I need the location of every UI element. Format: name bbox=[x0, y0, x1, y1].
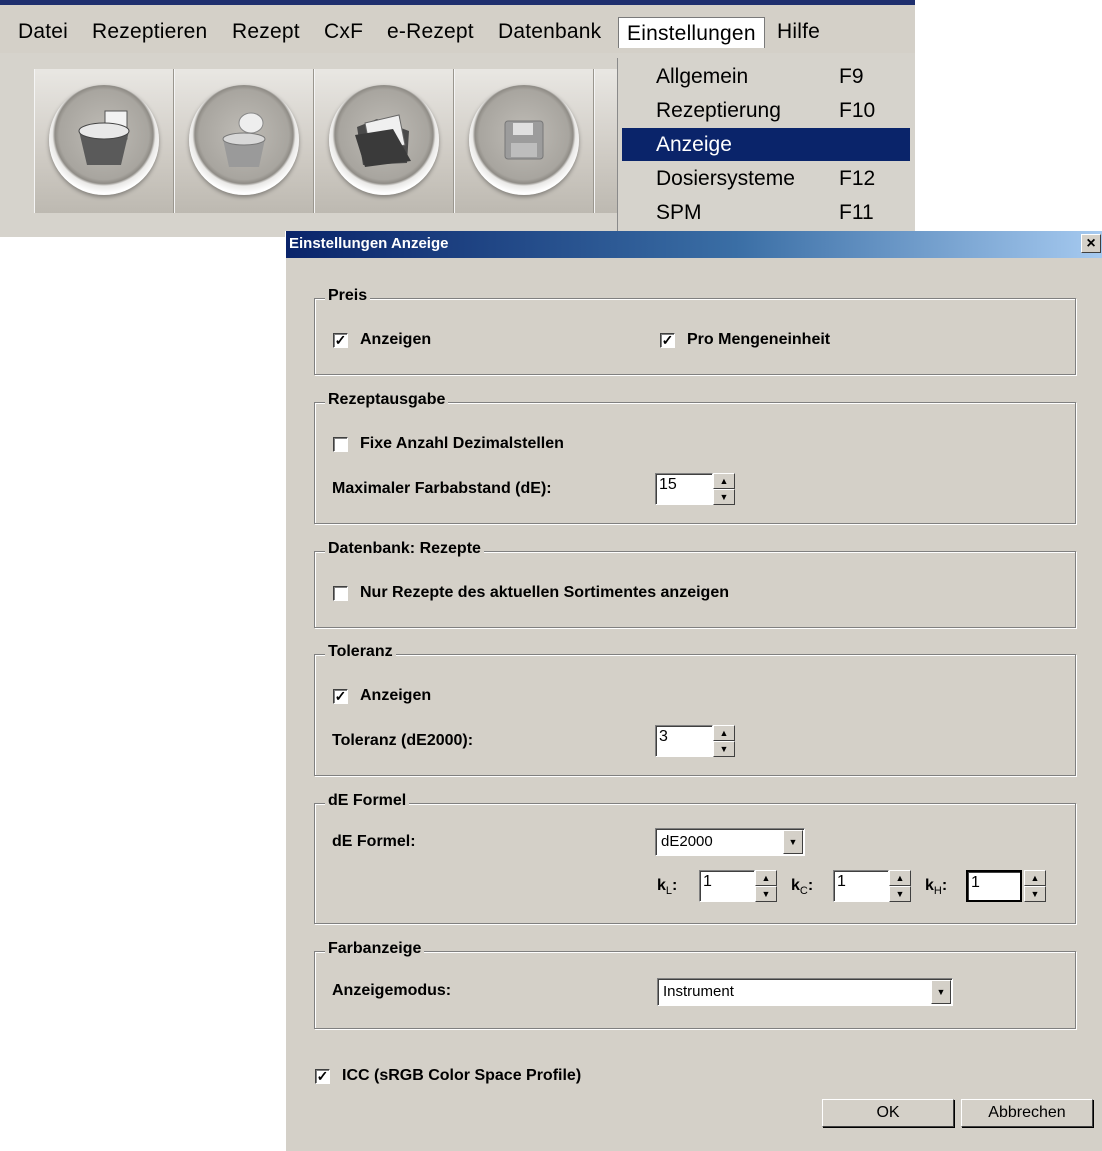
select-value: dE2000 bbox=[661, 833, 713, 850]
spin-up-icon[interactable]: ▲ bbox=[755, 870, 777, 886]
de-formel-label: dE Formel: bbox=[332, 833, 416, 850]
menu-item-label: Dosiersysteme bbox=[656, 167, 795, 190]
kh-input[interactable]: 1 bbox=[966, 870, 1022, 902]
spin-down-icon[interactable]: ▼ bbox=[1024, 886, 1046, 902]
group-title: Toleranz bbox=[325, 643, 396, 661]
menu-rezeptieren[interactable]: Rezeptieren bbox=[92, 20, 207, 44]
checkbox-label: Fixe Anzahl Dezimalstellen bbox=[360, 435, 564, 452]
spin-up-icon[interactable]: ▲ bbox=[1024, 870, 1046, 886]
spin-up-icon[interactable]: ▲ bbox=[889, 870, 911, 886]
menu-einstellungen[interactable]: Einstellungen bbox=[618, 17, 765, 48]
mix-recipe-button[interactable] bbox=[174, 69, 314, 213]
spin-down-icon[interactable]: ▼ bbox=[889, 886, 911, 902]
open-folder-button[interactable] bbox=[314, 69, 454, 213]
app-window: Datei Rezeptieren Rezept CxF e-Rezept Da… bbox=[0, 0, 915, 238]
spin-up-icon[interactable]: ▲ bbox=[713, 725, 735, 741]
save-button[interactable] bbox=[454, 69, 594, 213]
preis-group: Preis ✓ Anzeigen ✓ Pro Mengeneinheit bbox=[314, 287, 1076, 375]
einstellungen-menu: Allgemein F9 Rezeptierung F10 Anzeige Do… bbox=[617, 58, 914, 238]
group-title: Farbanzeige bbox=[325, 940, 425, 958]
spin-up-icon[interactable]: ▲ bbox=[713, 473, 735, 489]
menu-item-allgemein[interactable]: Allgemein F9 bbox=[622, 60, 910, 93]
shortcut-label: F12 bbox=[839, 167, 876, 190]
farbanzeige-group: Farbanzeige Anzeigemodus: Instrument ▼ bbox=[314, 940, 1076, 1029]
spin-down-icon[interactable]: ▼ bbox=[713, 741, 735, 757]
dialog-titlebar[interactable]: Einstellungen Anzeige × bbox=[286, 231, 1102, 258]
de-formel-group: dE Formel dE Formel: dE2000 ▼ kL: 1 ▲ ▼ … bbox=[314, 792, 1076, 924]
rezeptausgabe-group: Rezeptausgabe Fixe Anzahl Dezimalstellen… bbox=[314, 391, 1076, 524]
spin-down-icon[interactable]: ▼ bbox=[713, 489, 735, 505]
max-farbabstand-stepper[interactable]: ▲ ▼ bbox=[713, 473, 735, 505]
menu-item-rezeptierung[interactable]: Rezeptierung F10 bbox=[622, 94, 910, 127]
anzeigemodus-select[interactable]: Instrument ▼ bbox=[657, 978, 953, 1006]
datenbank-group: Datenbank: Rezepte Nur Rezepte des aktue… bbox=[314, 540, 1076, 628]
max-farbabstand-input[interactable]: 15 bbox=[655, 473, 713, 505]
menu-item-anzeige[interactable]: Anzeige bbox=[622, 128, 910, 161]
shortcut-label: F10 bbox=[839, 99, 876, 122]
kl-input[interactable]: 1 bbox=[699, 870, 755, 902]
menu-item-label: SPM bbox=[656, 201, 702, 224]
shortcut-label: F9 bbox=[839, 65, 864, 88]
menu-datei[interactable]: Datei bbox=[18, 20, 68, 44]
anzeigemodus-label: Anzeigemodus: bbox=[332, 982, 452, 999]
kl-stepper[interactable]: ▲ ▼ bbox=[755, 870, 777, 902]
settings-dialog: Einstellungen Anzeige × Preis ✓ Anzeigen… bbox=[285, 231, 1102, 1151]
nur-rezepte-checkbox[interactable] bbox=[333, 586, 348, 601]
icc-label: ICC (sRGB Color Space Profile) bbox=[342, 1067, 582, 1084]
menu-item-dosiersysteme[interactable]: Dosiersysteme F12 bbox=[622, 162, 910, 195]
menu-rezept[interactable]: Rezept bbox=[232, 20, 300, 44]
menu-item-spm[interactable]: SPM F11 bbox=[622, 196, 910, 229]
select-value: Instrument bbox=[663, 983, 734, 1000]
cancel-button[interactable]: Abbrechen bbox=[961, 1099, 1093, 1127]
kc-label: kC: bbox=[791, 877, 814, 898]
icc-checkbox[interactable]: ✓ bbox=[315, 1069, 330, 1084]
checkbox-label: Anzeigen bbox=[360, 331, 432, 348]
toleranz-input[interactable]: 3 bbox=[655, 725, 713, 757]
floppy-icon bbox=[504, 120, 544, 160]
de-formel-select[interactable]: dE2000 ▼ bbox=[655, 828, 805, 856]
spin-down-icon[interactable]: ▼ bbox=[755, 886, 777, 902]
group-title: Rezeptausgabe bbox=[325, 391, 449, 409]
close-button[interactable]: × bbox=[1081, 234, 1101, 253]
kh-stepper[interactable]: ▲ ▼ bbox=[1024, 870, 1046, 902]
new-recipe-button[interactable] bbox=[34, 69, 174, 213]
checkbox-label: Nur Rezepte des aktuellen Sortimentes an… bbox=[360, 584, 729, 601]
menu-bar: Datei Rezeptieren Rezept CxF e-Rezept Da… bbox=[0, 11, 915, 51]
dialog-title: Einstellungen Anzeige bbox=[289, 235, 449, 252]
chevron-down-icon[interactable]: ▼ bbox=[783, 830, 803, 854]
menu-e-rezept[interactable]: e-Rezept bbox=[387, 20, 474, 44]
max-farbabstand-label: Maximaler Farbabstand (dE): bbox=[332, 480, 552, 497]
menu-item-label: Rezeptierung bbox=[656, 99, 781, 122]
ok-button[interactable]: OK bbox=[822, 1099, 954, 1127]
toleranz-label: Toleranz (dE2000): bbox=[332, 732, 474, 749]
pro-mengeneinheit-checkbox[interactable]: ✓ bbox=[660, 333, 675, 348]
fixe-anzahl-checkbox[interactable] bbox=[333, 437, 348, 452]
toleranz-stepper[interactable]: ▲ ▼ bbox=[713, 725, 735, 757]
preis-anzeigen-checkbox[interactable]: ✓ bbox=[333, 333, 348, 348]
menu-item-label: Anzeige bbox=[656, 133, 732, 156]
paint-can-icon bbox=[222, 112, 266, 167]
shortcut-label: F11 bbox=[839, 201, 874, 224]
folder-glyph-icon bbox=[355, 114, 411, 167]
cup-icon bbox=[78, 110, 130, 165]
menu-hilfe[interactable]: Hilfe bbox=[777, 20, 820, 44]
kl-label: kL: bbox=[657, 877, 678, 898]
menu-cxf[interactable]: CxF bbox=[324, 20, 363, 44]
menu-datenbank[interactable]: Datenbank bbox=[498, 20, 601, 44]
group-title: Preis bbox=[325, 287, 371, 305]
kh-label: kH: bbox=[925, 877, 948, 898]
checkbox-label: Anzeigen bbox=[360, 687, 432, 704]
group-title: Datenbank: Rezepte bbox=[325, 540, 484, 558]
group-title: dE Formel bbox=[325, 792, 410, 810]
chevron-down-icon[interactable]: ▼ bbox=[931, 980, 951, 1004]
checkbox-label: Pro Mengeneinheit bbox=[687, 331, 831, 348]
kc-stepper[interactable]: ▲ ▼ bbox=[889, 870, 911, 902]
toleranz-anzeigen-checkbox[interactable]: ✓ bbox=[333, 689, 348, 704]
toleranz-group: Toleranz ✓ Anzeigen Toleranz (dE2000): 3… bbox=[314, 643, 1076, 776]
kc-input[interactable]: 1 bbox=[833, 870, 889, 902]
menu-item-label: Allgemein bbox=[656, 65, 749, 88]
